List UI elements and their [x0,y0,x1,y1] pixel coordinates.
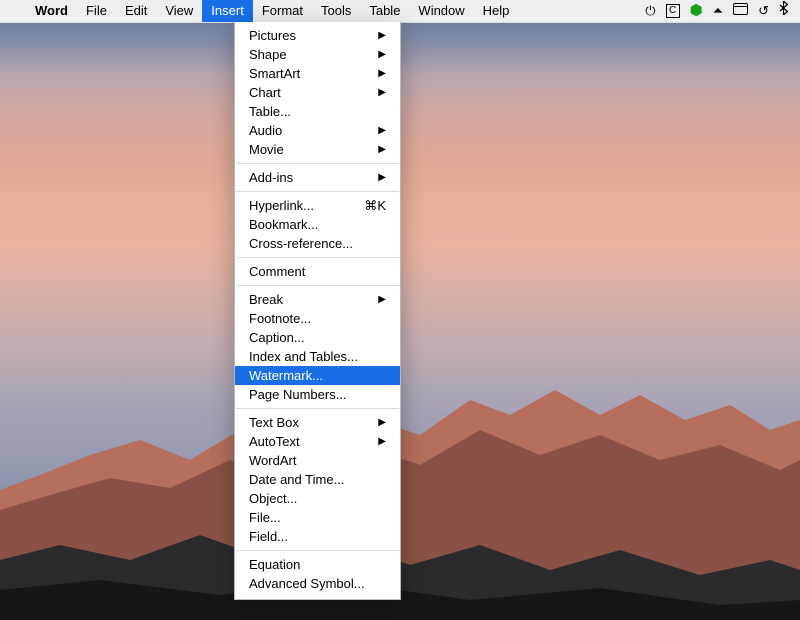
power-icon[interactable]: ⏻ [645,0,655,22]
submenu-arrow-icon: ▶ [378,417,386,428]
menubar-item-help[interactable]: Help [474,0,519,22]
menu-separator [236,163,399,164]
menu-item-hyperlink[interactable]: Hyperlink... ⌘K [235,196,400,215]
menu-item-label: Chart [249,85,370,100]
menu-item-label: Date and Time... [249,472,386,487]
menu-separator [236,550,399,551]
menu-item-label: Watermark... [249,368,386,383]
menu-item-label: Text Box [249,415,370,430]
menu-item-label: Equation [249,557,386,572]
airplay-icon[interactable]: ⏶ [713,0,723,22]
menu-item-index-and-tables[interactable]: Index and Tables... [235,347,400,366]
menubar-item-file[interactable]: File [77,0,116,22]
menu-item-advanced-symbol[interactable]: Advanced Symbol... [235,574,400,593]
menu-item-label: Footnote... [249,311,386,326]
menu-item-label: SmartArt [249,66,370,81]
menu-item-label: Field... [249,529,386,544]
menu-item-cross-reference[interactable]: Cross-reference... [235,234,400,253]
menu-item-label: File... [249,510,386,525]
menu-item-label: Shape [249,47,370,62]
menu-item-shortcut: ⌘K [364,198,386,214]
menu-item-label: WordArt [249,453,386,468]
menubar: Word FileEditViewInsertFormatToolsTableW… [0,0,800,23]
submenu-arrow-icon: ▶ [378,68,386,79]
menu-item-break[interactable]: Break ▶ [235,290,400,309]
menu-item-object[interactable]: Object... [235,489,400,508]
menu-item-label: Pictures [249,28,370,43]
menu-item-comment[interactable]: Comment [235,262,400,281]
menubar-app-name[interactable]: Word [26,0,77,22]
menu-item-label: Movie [249,142,370,157]
menu-item-audio[interactable]: Audio ▶ [235,121,400,140]
menu-item-file[interactable]: File... [235,508,400,527]
menu-item-pictures[interactable]: Pictures ▶ [235,26,400,45]
apple-menu[interactable] [0,0,26,22]
pentagon-icon[interactable]: ⬢ [690,0,703,22]
menu-item-autotext[interactable]: AutoText ▶ [235,432,400,451]
menu-item-label: Cross-reference... [249,236,386,251]
menu-separator [236,408,399,409]
menu-item-page-numbers[interactable]: Page Numbers... [235,385,400,404]
menu-item-label: AutoText [249,434,370,449]
insert-menu-dropdown: Pictures ▶ Shape ▶ SmartArt ▶ Chart ▶ Table... Au… [234,22,401,600]
menu-item-label: Table... [249,104,386,119]
desktop-wallpaper: Word FileEditViewInsertFormatToolsTableW… [0,0,800,620]
date-icon[interactable] [733,0,748,22]
menu-item-chart[interactable]: Chart ▶ [235,83,400,102]
menu-separator [236,285,399,286]
menu-item-label: Bookmark... [249,217,386,232]
menu-item-label: Page Numbers... [249,387,386,402]
menu-separator [236,191,399,192]
menubar-item-format[interactable]: Format [253,0,312,22]
menu-item-label: Object... [249,491,386,506]
c-box-icon[interactable]: C [666,4,680,18]
menubar-left: Word FileEditViewInsertFormatToolsTableW… [0,0,518,22]
submenu-arrow-icon: ▶ [378,125,386,136]
menu-separator [236,257,399,258]
menu-item-table[interactable]: Table... [235,102,400,121]
menu-item-label: Index and Tables... [249,349,386,364]
menu-item-shape[interactable]: Shape ▶ [235,45,400,64]
menu-item-equation[interactable]: Equation [235,555,400,574]
menu-item-bookmark[interactable]: Bookmark... [235,215,400,234]
menu-item-add-ins[interactable]: Add-ins ▶ [235,168,400,187]
submenu-arrow-icon: ▶ [378,144,386,155]
menu-item-date-and-time[interactable]: Date and Time... [235,470,400,489]
submenu-arrow-icon: ▶ [378,87,386,98]
menubar-item-tools[interactable]: Tools [312,0,360,22]
menu-item-label: Hyperlink... [249,198,356,213]
menubar-item-view[interactable]: View [156,0,202,22]
submenu-arrow-icon: ▶ [378,30,386,41]
menu-item-caption[interactable]: Caption... [235,328,400,347]
submenu-arrow-icon: ▶ [378,436,386,447]
menubar-item-window[interactable]: Window [409,0,473,22]
submenu-arrow-icon: ▶ [378,49,386,60]
menu-item-label: Break [249,292,370,307]
submenu-arrow-icon: ▶ [378,172,386,183]
menubar-item-table[interactable]: Table [360,0,409,22]
menu-item-watermark[interactable]: Watermark... [235,366,400,385]
menu-item-field[interactable]: Field... [235,527,400,546]
menu-item-smartart[interactable]: SmartArt ▶ [235,64,400,83]
timemachine-icon[interactable]: ↺ [758,0,769,22]
menu-item-footnote[interactable]: Footnote... [235,309,400,328]
menu-item-label: Caption... [249,330,386,345]
menubar-item-edit[interactable]: Edit [116,0,156,22]
menu-item-label: Add-ins [249,170,370,185]
menubar-status-area: ⏻ C ⬢ ⏶ ↺ [645,0,800,22]
menubar-item-insert[interactable]: Insert [202,0,253,22]
submenu-arrow-icon: ▶ [378,294,386,305]
menu-item-movie[interactable]: Movie ▶ [235,140,400,159]
menu-item-text-box[interactable]: Text Box ▶ [235,413,400,432]
menu-item-label: Audio [249,123,370,138]
menu-item-label: Comment [249,264,386,279]
menu-item-wordart[interactable]: WordArt [235,451,400,470]
menu-item-label: Advanced Symbol... [249,576,386,591]
bluetooth-icon[interactable] [779,0,788,22]
